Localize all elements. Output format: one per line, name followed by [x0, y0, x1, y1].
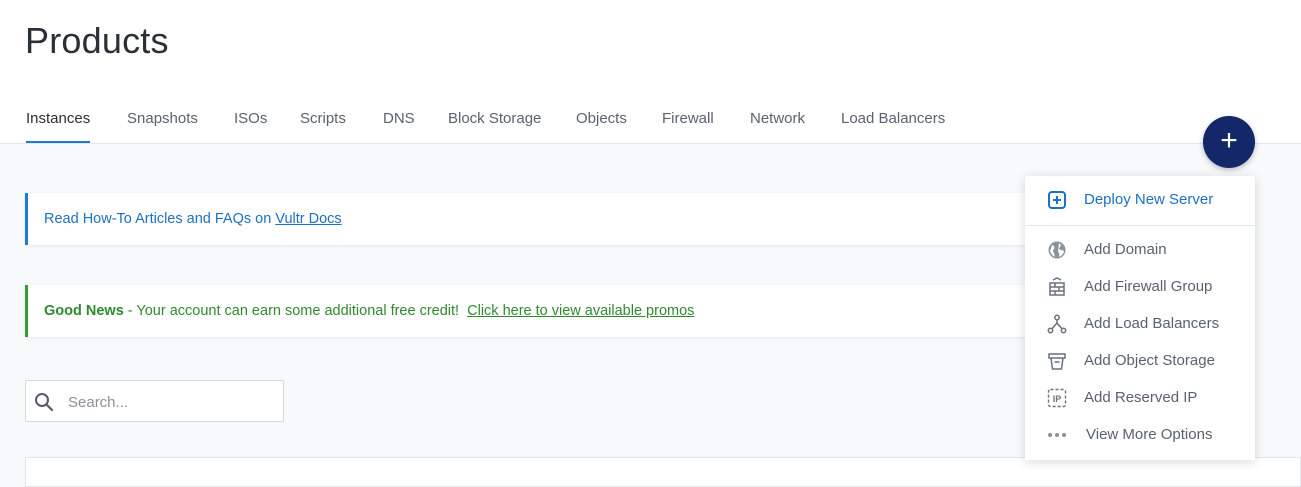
deploy-menu: Deploy New Server Add Domain Add Firewal… — [1025, 176, 1255, 460]
menu-item-label: Add Reserved IP — [1084, 389, 1198, 406]
more-dots-icon — [1047, 425, 1067, 445]
tab-network[interactable]: Network — [750, 100, 805, 141]
load-balancer-icon — [1047, 314, 1067, 334]
tab-block-storage[interactable]: Block Storage — [448, 100, 541, 141]
menu-item-label: Deploy New Server — [1084, 191, 1214, 208]
menu-item-add-load-balancers[interactable]: Add Load Balancers — [1025, 307, 1255, 341]
page-title: Products — [25, 20, 169, 61]
firewall-icon — [1047, 277, 1067, 297]
tab-scripts[interactable]: Scripts — [300, 100, 346, 141]
tab-firewall[interactable]: Firewall — [662, 100, 714, 141]
docs-banner-text: Read How-To Articles and FAQs on — [44, 211, 276, 227]
tab-load-balancers[interactable]: Load Balancers — [841, 100, 945, 141]
tab-objects[interactable]: Objects — [576, 100, 627, 141]
plus-square-icon — [1047, 190, 1067, 210]
menu-item-label: Add Object Storage — [1084, 352, 1215, 369]
object-storage-icon — [1047, 351, 1067, 371]
instances-table — [25, 457, 1301, 487]
menu-divider — [1025, 225, 1255, 226]
menu-item-add-firewall-group[interactable]: Add Firewall Group — [1025, 270, 1255, 304]
globe-icon — [1047, 240, 1067, 260]
menu-item-view-more-options[interactable]: View More Options — [1025, 418, 1255, 452]
menu-item-label: Add Load Balancers — [1084, 315, 1220, 332]
menu-item-label: Add Domain — [1084, 241, 1167, 258]
docs-banner: Read How-To Articles and FAQs on Vultr D… — [25, 193, 1025, 245]
view-promos-link[interactable]: Click here to view available promos — [467, 303, 694, 319]
search-box — [25, 380, 284, 422]
menu-item-label: View More Options — [1086, 426, 1213, 443]
menu-item-add-reserved-ip[interactable]: IP Add Reserved IP — [1025, 381, 1255, 415]
tab-dns[interactable]: DNS — [383, 100, 415, 141]
promo-banner: Good News - Your account can earn some a… — [25, 285, 1025, 337]
deploy-fab-button[interactable]: + — [1203, 116, 1255, 168]
menu-item-label: Add Firewall Group — [1084, 278, 1213, 295]
tab-isos[interactable]: ISOs — [234, 100, 267, 141]
header-area: Products Instances Snapshots ISOs Script… — [0, 0, 1301, 144]
svg-text:IP: IP — [1053, 394, 1062, 404]
menu-item-add-domain[interactable]: Add Domain — [1025, 233, 1255, 267]
search-input[interactable] — [66, 391, 270, 413]
promo-banner-heading: Good News — [44, 303, 124, 319]
tab-snapshots[interactable]: Snapshots — [127, 100, 198, 141]
promo-banner-text: - Your account can earn some additional … — [123, 303, 468, 319]
menu-item-add-object-storage[interactable]: Add Object Storage — [1025, 344, 1255, 378]
tab-instances[interactable]: Instances — [26, 100, 91, 143]
menu-item-deploy-new-server[interactable]: Deploy New Server — [1025, 183, 1255, 217]
reserved-ip-icon: IP — [1047, 388, 1067, 408]
vultr-docs-link[interactable]: Vultr Docs — [275, 211, 341, 227]
search-icon — [34, 392, 54, 417]
